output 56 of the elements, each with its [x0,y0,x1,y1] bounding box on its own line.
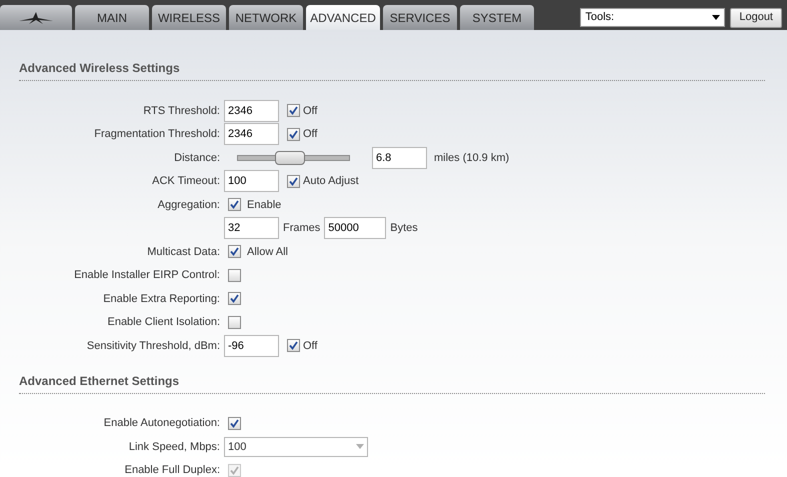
tab[interactable]: NETWORK [229,5,303,30]
field-label: Link Speed, Mbps: [128,440,221,454]
checkbox-label: Auto Adjust [303,174,359,189]
section-title: Advanced Ethernet Settings [19,372,180,390]
unit-label: Bytes [390,221,418,236]
checkbox[interactable] [228,198,241,212]
checkbox[interactable] [228,416,241,430]
caret-icon [712,15,720,20]
checkbox[interactable] [287,339,300,352]
field-label: Distance: [173,150,221,166]
input-field[interactable]: 50000 [324,217,386,240]
field-label: Aggregation: [156,198,221,212]
input-field[interactable]: 32 [224,217,279,240]
checkbox-label: Allow All [247,244,288,260]
unit-label: Frames [283,221,320,236]
input-field[interactable]: 2346 [224,100,279,122]
field-label: Fragmentation Threshold: [93,127,221,142]
logo-tab[interactable] [0,5,72,30]
caret-icon [356,444,364,450]
slider-thumb[interactable] [275,150,306,165]
field-label: Multicast Data: [146,244,221,260]
tab[interactable]: MAIN [75,5,149,30]
input-field[interactable]: 100 [224,170,279,192]
tools-select[interactable]: Tools: [580,8,726,27]
checkbox[interactable] [287,174,300,188]
checkbox[interactable] [287,104,300,118]
distance-slider[interactable] [237,150,350,165]
section-title: Advanced Wireless Settings [19,60,181,77]
checkbox[interactable] [228,268,241,282]
checkbox-label: Off [303,338,318,354]
tab[interactable]: ADVANCED [306,5,380,30]
field-label: Enable Client Isolation: [106,315,221,330]
field-label: Enable Autonegotiation: [102,416,221,431]
logo-icon [19,12,53,24]
checkbox-label: Off [303,127,318,142]
field-label: Enable Full Duplex: [124,463,221,477]
checkbox-label: Off [303,104,318,118]
tab[interactable]: WIRELESS [152,5,226,30]
checkbox-label: Enable [247,198,282,212]
checkbox[interactable] [287,128,300,141]
tab[interactable]: SYSTEM [460,5,534,30]
field-label: Sensitivity Threshold, dBm: [86,338,221,354]
field-label: Enable Installer EIRP Control: [73,268,221,283]
input-field[interactable]: -96 [224,334,279,357]
input-field[interactable]: 2346 [224,123,279,146]
checkbox[interactable] [228,245,241,258]
field-label: Enable Extra Reporting: [102,292,221,306]
checkbox[interactable] [228,316,241,329]
logout-button[interactable]: Logout [730,8,782,28]
field-label: ACK Timeout: [151,174,221,189]
tab[interactable]: SERVICES [383,5,457,30]
input-field[interactable]: 6.8 [372,146,427,169]
unit-label: miles (10.9 km) [434,150,510,166]
field-label: RTS Threshold: [142,104,221,118]
checkbox[interactable] [228,292,241,306]
link-speed-select[interactable]: 100 [224,436,368,457]
